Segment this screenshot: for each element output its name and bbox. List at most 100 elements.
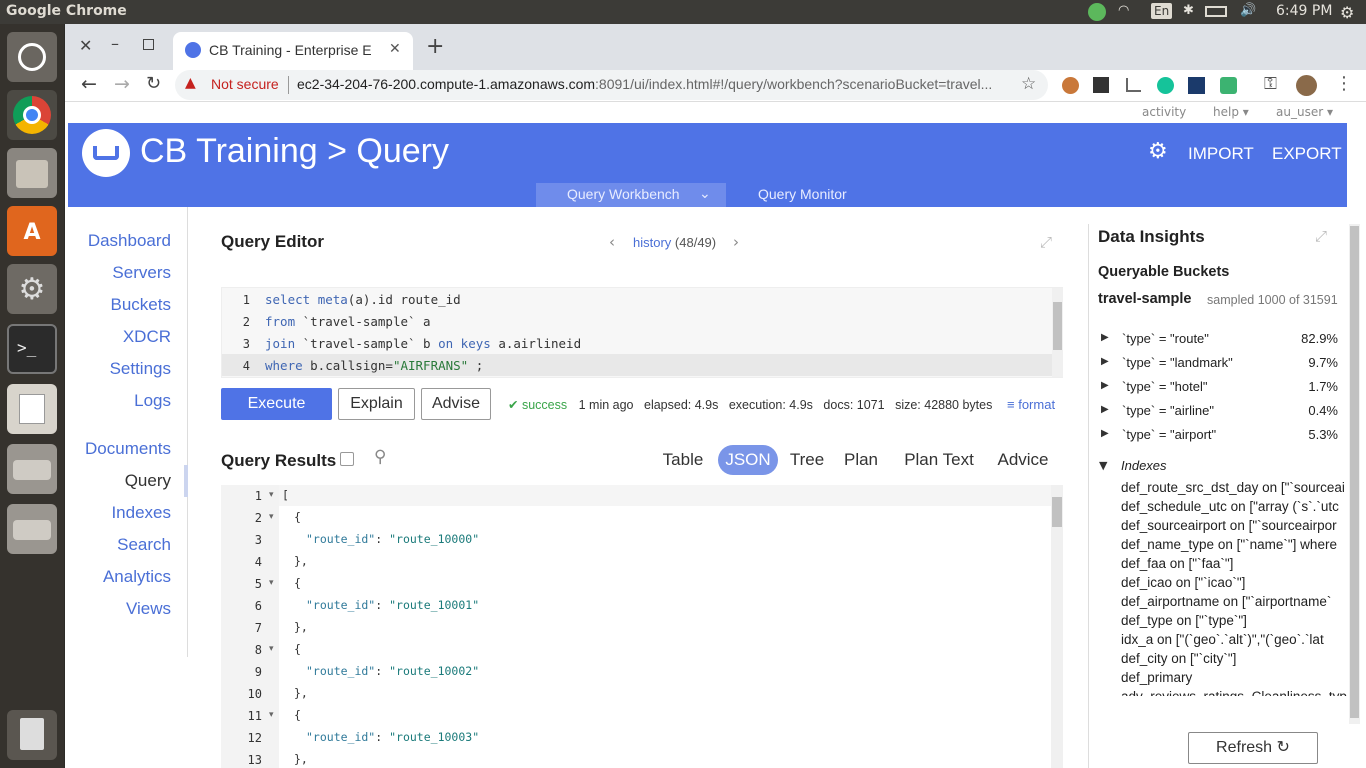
history-link[interactable]: history bbox=[633, 235, 671, 250]
execute-button[interactable]: Execute bbox=[221, 388, 332, 420]
extension-icon-6[interactable] bbox=[1220, 77, 1237, 94]
tab-advice[interactable]: Advice bbox=[988, 445, 1058, 475]
history-prev-icon[interactable]: ‹ bbox=[609, 233, 615, 251]
type-filter-label[interactable]: `type` = "landmark" bbox=[1122, 355, 1233, 370]
expand-editor-icon[interactable]: ⤢ bbox=[1040, 233, 1052, 251]
tab-close-icon[interactable]: ✕ bbox=[389, 41, 401, 57]
bookmark-star-icon[interactable]: ☆ bbox=[1021, 74, 1036, 94]
expand-caret-icon[interactable]: ▶ bbox=[1101, 404, 1109, 415]
extension-icon-3[interactable] bbox=[1126, 78, 1141, 92]
sidebar-item-servers[interactable]: Servers bbox=[112, 263, 171, 283]
help-menu[interactable]: help ▾ bbox=[1213, 105, 1249, 119]
menu-kebab-icon[interactable]: ⋮ bbox=[1335, 73, 1353, 94]
type-filter-label[interactable]: `type` = "hotel" bbox=[1122, 379, 1207, 394]
tab-query-workbench[interactable]: Query Workbench ⌄ bbox=[536, 183, 726, 207]
sidebar-item-query[interactable]: Query bbox=[125, 471, 171, 491]
extension-icon-1[interactable] bbox=[1062, 77, 1079, 94]
fold-toggle-icon[interactable]: ▾ bbox=[269, 710, 274, 720]
text-editor-icon[interactable] bbox=[7, 384, 57, 434]
format-button[interactable]: ≡ format bbox=[1007, 397, 1055, 412]
update-icon[interactable] bbox=[1088, 3, 1106, 21]
sidebar-item-analytics[interactable]: Analytics bbox=[103, 567, 171, 587]
clock[interactable]: 6:49 PM bbox=[1276, 3, 1332, 19]
sidebar-item-settings[interactable]: Settings bbox=[110, 359, 171, 379]
profile-avatar[interactable] bbox=[1296, 75, 1317, 96]
terminal-icon[interactable]: >_ bbox=[7, 324, 57, 374]
disk-drive-icon[interactable] bbox=[7, 444, 57, 494]
battery-icon[interactable] bbox=[1205, 6, 1227, 17]
tab-json[interactable]: JSON bbox=[718, 445, 778, 475]
browser-tab[interactable]: CB Training - Enterprise E ✕ bbox=[173, 32, 413, 70]
chrome-icon[interactable] bbox=[7, 90, 57, 140]
search-icon[interactable]: ⚲ bbox=[374, 447, 386, 467]
history-control[interactable]: history (48/49) bbox=[633, 235, 716, 250]
forward-icon[interactable]: → bbox=[114, 73, 130, 95]
expand-insights-icon[interactable]: ⤢ bbox=[1315, 227, 1327, 245]
expand-caret-icon[interactable]: ▶ bbox=[1101, 332, 1109, 343]
bucket-name[interactable]: travel-sample bbox=[1098, 291, 1192, 307]
fold-toggle-icon[interactable]: ▾ bbox=[269, 512, 274, 522]
fold-toggle-icon[interactable]: ▾ bbox=[269, 644, 274, 654]
import-button[interactable]: IMPORT bbox=[1188, 144, 1254, 164]
insights-scrollbar[interactable] bbox=[1349, 224, 1360, 724]
window-close-icon[interactable]: ✕ bbox=[79, 36, 92, 55]
tab-query-monitor[interactable]: Query Monitor bbox=[758, 186, 847, 202]
software-center-icon[interactable]: A bbox=[7, 206, 57, 256]
query-editor[interactable]: 1 2 3 4 select meta(a).id route_id from … bbox=[221, 287, 1063, 378]
extension-icon-2[interactable] bbox=[1093, 77, 1109, 93]
results-scrollbar[interactable] bbox=[1051, 485, 1063, 768]
settings-gear-icon[interactable]: ⚙ bbox=[1148, 139, 1168, 164]
system-settings-icon[interactable]: ⚙ bbox=[7, 264, 57, 314]
expand-caret-icon[interactable]: ▶ bbox=[1101, 380, 1109, 391]
sidebar-item-dashboard[interactable]: Dashboard bbox=[88, 231, 171, 251]
type-filter-label[interactable]: `type` = "route" bbox=[1122, 331, 1209, 346]
url-text[interactable]: ec2-34-204-76-200.compute-1.amazonaws.co… bbox=[297, 76, 992, 92]
reload-icon[interactable]: ↻ bbox=[146, 73, 161, 94]
activity-link[interactable]: activity bbox=[1142, 105, 1186, 119]
results-viewer[interactable] bbox=[221, 485, 1063, 768]
back-icon[interactable]: ← bbox=[81, 73, 97, 95]
ubuntu-dash-icon[interactable] bbox=[7, 32, 57, 82]
bluetooth-icon[interactable]: ✱ bbox=[1183, 3, 1194, 18]
tab-plan-text[interactable]: Plan Text bbox=[894, 445, 984, 475]
copy-icon[interactable] bbox=[340, 452, 354, 466]
explain-button[interactable]: Explain bbox=[338, 388, 415, 420]
keyboard-indicator[interactable]: En bbox=[1151, 3, 1173, 19]
wifi-icon[interactable]: ◠ bbox=[1118, 3, 1129, 18]
tab-tree[interactable]: Tree bbox=[782, 445, 832, 475]
sidebar-item-indexes[interactable]: Indexes bbox=[111, 503, 171, 523]
window-maximize-icon[interactable] bbox=[143, 39, 154, 50]
editor-scrollbar[interactable] bbox=[1052, 288, 1063, 377]
sidebar-item-xdcr[interactable]: XDCR bbox=[123, 327, 171, 347]
address-bar[interactable]: ▲ Not secure ec2-34-204-76-200.compute-1… bbox=[175, 70, 1048, 100]
tab-plan[interactable]: Plan bbox=[836, 445, 886, 475]
window-minimize-icon[interactable]: – bbox=[111, 34, 119, 53]
user-menu[interactable]: au_user ▾ bbox=[1276, 105, 1333, 119]
indexes-caret-icon[interactable]: ▼ bbox=[1099, 459, 1107, 472]
tab-table[interactable]: Table bbox=[650, 445, 716, 475]
volume-icon[interactable]: 🔊 bbox=[1240, 3, 1256, 18]
type-filter-label[interactable]: `type` = "airport" bbox=[1122, 427, 1216, 442]
couchbase-logo-icon[interactable] bbox=[82, 129, 130, 177]
refresh-button[interactable]: Refresh ↻ bbox=[1188, 732, 1318, 764]
new-tab-icon[interactable]: + bbox=[426, 34, 444, 59]
advise-button[interactable]: Advise bbox=[421, 388, 491, 420]
sidebar-item-buckets[interactable]: Buckets bbox=[111, 295, 171, 315]
trash-icon[interactable] bbox=[7, 710, 57, 760]
export-button[interactable]: EXPORT bbox=[1272, 144, 1342, 164]
files-icon[interactable] bbox=[7, 148, 57, 198]
fold-toggle-icon[interactable]: ▾ bbox=[269, 578, 274, 588]
key-icon[interactable]: ⚿ bbox=[1264, 74, 1277, 94]
expand-caret-icon[interactable]: ▶ bbox=[1101, 428, 1109, 439]
not-secure-label[interactable]: Not secure bbox=[211, 76, 279, 92]
history-next-icon[interactable]: › bbox=[733, 233, 739, 251]
type-filter-label[interactable]: `type` = "airline" bbox=[1122, 403, 1214, 418]
extension-icon-5[interactable] bbox=[1188, 77, 1205, 94]
sidebar-item-documents[interactable]: Documents bbox=[85, 439, 171, 459]
sidebar-item-views[interactable]: Views bbox=[126, 599, 171, 619]
sidebar-item-logs[interactable]: Logs bbox=[134, 391, 171, 411]
grammarly-icon[interactable] bbox=[1157, 77, 1174, 94]
sidebar-item-search[interactable]: Search bbox=[117, 535, 171, 555]
expand-caret-icon[interactable]: ▶ bbox=[1101, 356, 1109, 367]
disk-drive-icon-2[interactable] bbox=[7, 504, 57, 554]
